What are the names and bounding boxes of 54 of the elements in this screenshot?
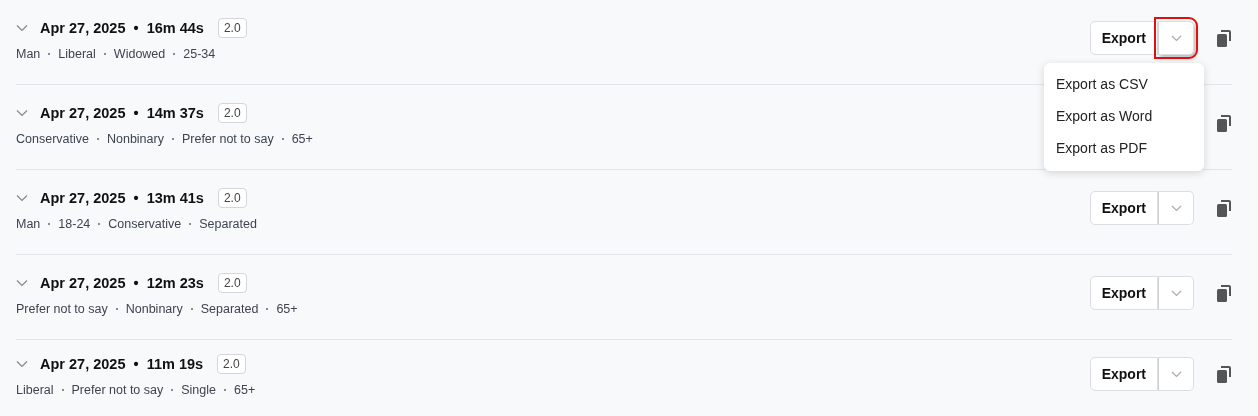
caret-icon [1170,289,1182,297]
expand-chevron-icon[interactable] [16,278,28,287]
respondent-tag: 25-34 [183,46,216,61]
export-dropdown-toggle[interactable] [1158,276,1194,310]
respondent-tag: Liberal [58,46,96,61]
respondent-tag: Prefer not to say [16,301,108,316]
respondent-tag: Man [16,46,41,61]
respondent-tag: 65+ [234,382,256,397]
respondent-tag: Conservative [16,131,89,146]
export-button[interactable]: Export [1089,357,1158,391]
version-badge: 2.0 [217,272,247,293]
export-menu-item[interactable]: Export as Word [1044,101,1204,133]
export-button[interactable]: Export [1089,21,1158,55]
caret-icon [1170,34,1182,42]
session-title: Apr 27, 2025 • 16m 44s [40,19,204,36]
export-dropdown-toggle[interactable] [1158,191,1194,225]
copy-icon[interactable] [1216,284,1232,302]
version-badge: 2.0 [217,102,247,123]
version-badge: 2.0 [217,187,247,208]
respondent-tag: Prefer not to say [181,131,274,146]
respondent-tag: 65+ [291,131,313,146]
session-title: Apr 27, 2025 • 11m 19s [40,355,204,372]
expand-chevron-icon[interactable] [16,193,28,202]
respondent-tag: Liberal [16,382,54,397]
session-title: Apr 27, 2025 • 14m 37s [40,104,204,121]
respondent-tag: Nonbinary [106,131,164,146]
expand-chevron-icon[interactable] [16,23,28,32]
respondent-tag: Separated [199,216,257,231]
caret-icon [1170,370,1182,378]
export-button[interactable]: Export [1089,191,1158,225]
export-menu-item[interactable]: Export as PDF [1044,133,1204,165]
expand-chevron-icon[interactable] [16,108,28,117]
version-badge: 2.0 [217,17,247,38]
export-button[interactable]: Export [1089,276,1158,310]
respondent-tag: 65+ [276,301,298,316]
respondent-tag: 18-24 [58,216,91,231]
session-title: Apr 27, 2025 • 13m 41s [40,189,204,206]
copy-icon[interactable] [1216,29,1232,47]
export-dropdown-toggle[interactable] [1158,357,1194,391]
respondent-tag: Conservative [108,216,182,231]
respondent-tag: Man [16,216,41,231]
export-menu-item[interactable]: Export as CSV [1044,69,1204,101]
copy-icon[interactable] [1216,365,1232,383]
session-title: Apr 27, 2025 • 12m 23s [40,274,204,291]
respondent-tag: Widowed [113,46,166,61]
caret-icon [1170,204,1182,212]
respondent-tag: Single [181,382,216,397]
expand-chevron-icon[interactable] [16,359,28,368]
version-badge: 2.0 [217,353,246,374]
copy-icon[interactable] [1216,114,1232,132]
respondent-tag: Nonbinary [125,301,183,316]
respondent-tag: Prefer not to say [71,382,164,397]
respondent-tag: Separated [200,301,259,316]
copy-icon[interactable] [1216,199,1232,217]
